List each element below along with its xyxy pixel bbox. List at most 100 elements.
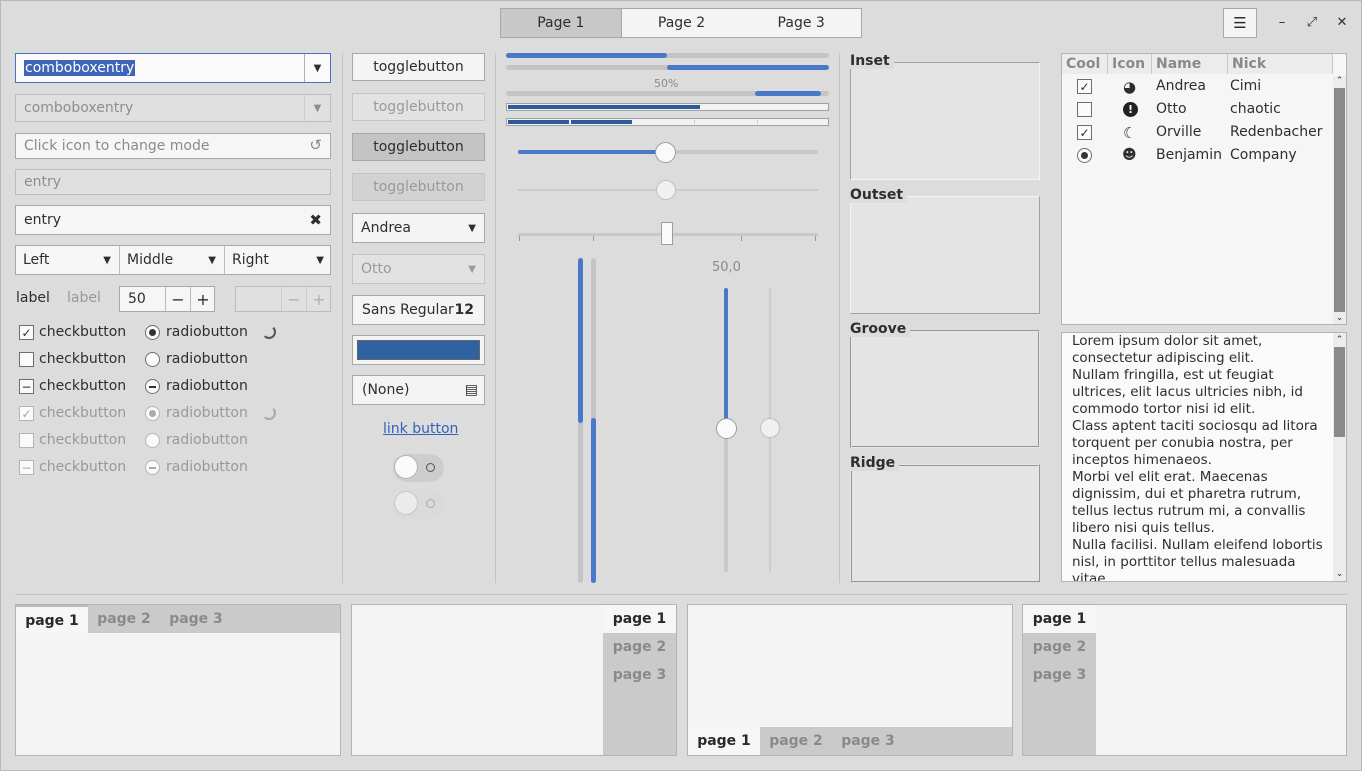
frame-inset-title: Inset [850, 53, 894, 69]
tab-page3[interactable]: page 3 [603, 661, 676, 689]
row-name: Otto [1156, 101, 1187, 117]
scale-value-label: 50,0 [712, 260, 741, 275]
font-name: Sans Regular [362, 302, 454, 318]
scrollbar-thumb[interactable] [1334, 347, 1345, 437]
tree-view[interactable]: Cool Icon Name Nick ✓ ◕ Andrea Cimi ! Ot… [1061, 53, 1347, 325]
spin-minus-disabled: − [281, 287, 306, 311]
tab-page3[interactable]: page 3 [832, 727, 904, 755]
vertical-progress-2 [591, 258, 596, 583]
tab-page3[interactable]: page 3 [1023, 661, 1096, 689]
cool-toggle[interactable] [1077, 102, 1092, 117]
maximize-button[interactable]: ⤢ [1302, 12, 1322, 32]
tab-page3[interactable]: page 3 [160, 605, 232, 633]
cool-toggle[interactable]: ✓ [1077, 125, 1092, 140]
text-paragraph[interactable]: Nullam fringilla, est ut feugiat ultrice… [1062, 367, 1346, 418]
checkbox-inconsistent[interactable]: − [19, 379, 34, 394]
toggle-button[interactable]: togglebutton [352, 53, 485, 81]
chevron-up-icon[interactable]: ⌃ [1333, 76, 1346, 86]
spin-plus[interactable]: + [190, 287, 215, 311]
font-button[interactable]: Sans Regular 12 [352, 295, 485, 325]
tab-page2[interactable]: page 2 [603, 633, 676, 661]
chevron-up-icon[interactable]: ⌃ [1333, 335, 1346, 345]
stack-tab-page3[interactable]: Page 3 [741, 9, 861, 37]
close-icon: ✕ [1336, 14, 1348, 30]
checkbox-unchecked[interactable] [19, 352, 34, 367]
mode-entry[interactable]: Click icon to change mode ↺ [15, 133, 331, 159]
text-paragraph[interactable]: Morbi vel elit erat. Maecenas dignissim,… [1062, 469, 1346, 537]
file-chooser-button[interactable]: (None) ▤ [352, 375, 485, 405]
combo-row: Left ▼ Middle ▼ Right ▼ [15, 245, 331, 275]
color-button[interactable] [352, 335, 485, 365]
chevron-down-icon[interactable]: ⌄ [1333, 569, 1346, 579]
frame-ridge [850, 464, 1040, 582]
tab-page2[interactable]: page 2 [760, 727, 832, 755]
spin-value[interactable]: 50 [128, 291, 146, 307]
scale-handle[interactable] [655, 142, 676, 163]
combo-andrea[interactable]: Andrea ▼ [352, 213, 485, 243]
text-view[interactable]: Lorem ipsum dolor sit amet, consectetur … [1061, 332, 1347, 582]
minimize-button[interactable]: – [1272, 12, 1292, 32]
table-row[interactable]: ! Otto chaotic [1062, 98, 1332, 121]
tab-page1[interactable]: page 1 [16, 605, 88, 634]
notebook-tabs-left: page 1 page 2 page 3 [1022, 604, 1347, 756]
switch[interactable] [393, 454, 444, 482]
scrollbar[interactable]: ⌃ ⌄ [1333, 333, 1346, 581]
scale-vertical-handle[interactable] [716, 418, 737, 439]
cool-toggle[interactable]: ✓ [1077, 79, 1092, 94]
cool-radio[interactable] [1077, 148, 1092, 163]
checkbutton-label[interactable]: checkbutton [39, 351, 126, 367]
minimize-icon: – [1278, 14, 1286, 30]
refresh-icon[interactable]: ↺ [309, 136, 322, 154]
tab-page1[interactable]: page 1 [688, 726, 760, 755]
scrollbar[interactable]: ⌃ ⌄ [1333, 76, 1346, 324]
combo-right[interactable]: Right ▼ [225, 246, 330, 274]
close-button[interactable]: ✕ [1332, 12, 1352, 32]
tab-page1[interactable]: page 1 [1023, 605, 1096, 633]
combo-entry-text[interactable]: comboboxentry [24, 60, 136, 76]
checkbutton-label[interactable]: checkbutton [39, 324, 126, 340]
radiobutton-label-disabled: radiobutton [166, 459, 248, 475]
stack-tab-page2[interactable]: Page 2 [622, 9, 742, 37]
tab-page1[interactable]: page 1 [603, 605, 676, 633]
chevron-down-icon[interactable]: ⌄ [1333, 313, 1346, 323]
column-nick[interactable]: Nick [1228, 54, 1333, 74]
spin-minus[interactable]: − [165, 287, 190, 311]
text-paragraph[interactable]: Lorem ipsum dolor sit amet, consectetur … [1062, 333, 1346, 367]
combo-middle[interactable]: Middle ▼ [120, 246, 225, 274]
chevron-down-icon: ▼ [304, 95, 330, 121]
spin-button[interactable]: 50 − + [119, 286, 215, 312]
table-row[interactable]: ✓ ◕ Andrea Cimi [1062, 75, 1332, 98]
scrollbar-thumb[interactable] [1334, 88, 1345, 312]
chevron-down-icon[interactable]: ▼ [304, 54, 330, 82]
tab-page2[interactable]: page 2 [1023, 633, 1096, 661]
radio-inconsistent[interactable] [145, 379, 160, 394]
radio-unchecked-disabled [145, 433, 160, 448]
table-row[interactable]: ✓ ☾ Orville Redenbacher [1062, 121, 1332, 144]
table-row[interactable]: ☻ Benjamin Company [1062, 144, 1332, 167]
radio-checked[interactable] [145, 325, 160, 340]
combo-left[interactable]: Left ▼ [16, 246, 120, 274]
menu-button[interactable]: ☰ [1223, 8, 1257, 38]
entry-clearable[interactable]: entry ✖ [15, 205, 331, 235]
radiobutton-label[interactable]: radiobutton [166, 378, 248, 394]
stack-tab-page1[interactable]: Page 1 [501, 9, 622, 37]
alert-icon: ! [1123, 102, 1138, 117]
radiobutton-label[interactable]: radiobutton [166, 324, 248, 340]
radio-unchecked[interactable] [145, 352, 160, 367]
scale-handle-marked[interactable] [661, 222, 673, 245]
tab-page2[interactable]: page 2 [88, 605, 160, 633]
toggle-button-active[interactable]: togglebutton [352, 133, 485, 161]
checkbutton-label-disabled: checkbutton [39, 405, 127, 421]
text-paragraph[interactable]: Nulla facilisi. Nullam eleifend lobortis… [1062, 537, 1346, 581]
checkbutton-label[interactable]: checkbutton [39, 378, 126, 394]
column-icon[interactable]: Icon [1108, 54, 1152, 74]
clear-icon[interactable]: ✖ [309, 211, 322, 229]
column-cool[interactable]: Cool [1062, 54, 1108, 74]
combo-entry-focused[interactable]: comboboxentry ▼ [15, 53, 331, 83]
column-name[interactable]: Name [1152, 54, 1228, 74]
radiobutton-label[interactable]: radiobutton [166, 351, 248, 367]
checkbox-checked[interactable]: ✓ [19, 325, 34, 340]
text-paragraph[interactable]: Class aptent taciti sociosqu ad litora t… [1062, 418, 1346, 469]
link-button[interactable]: link button [383, 421, 458, 437]
entry-text: entry [24, 212, 62, 228]
